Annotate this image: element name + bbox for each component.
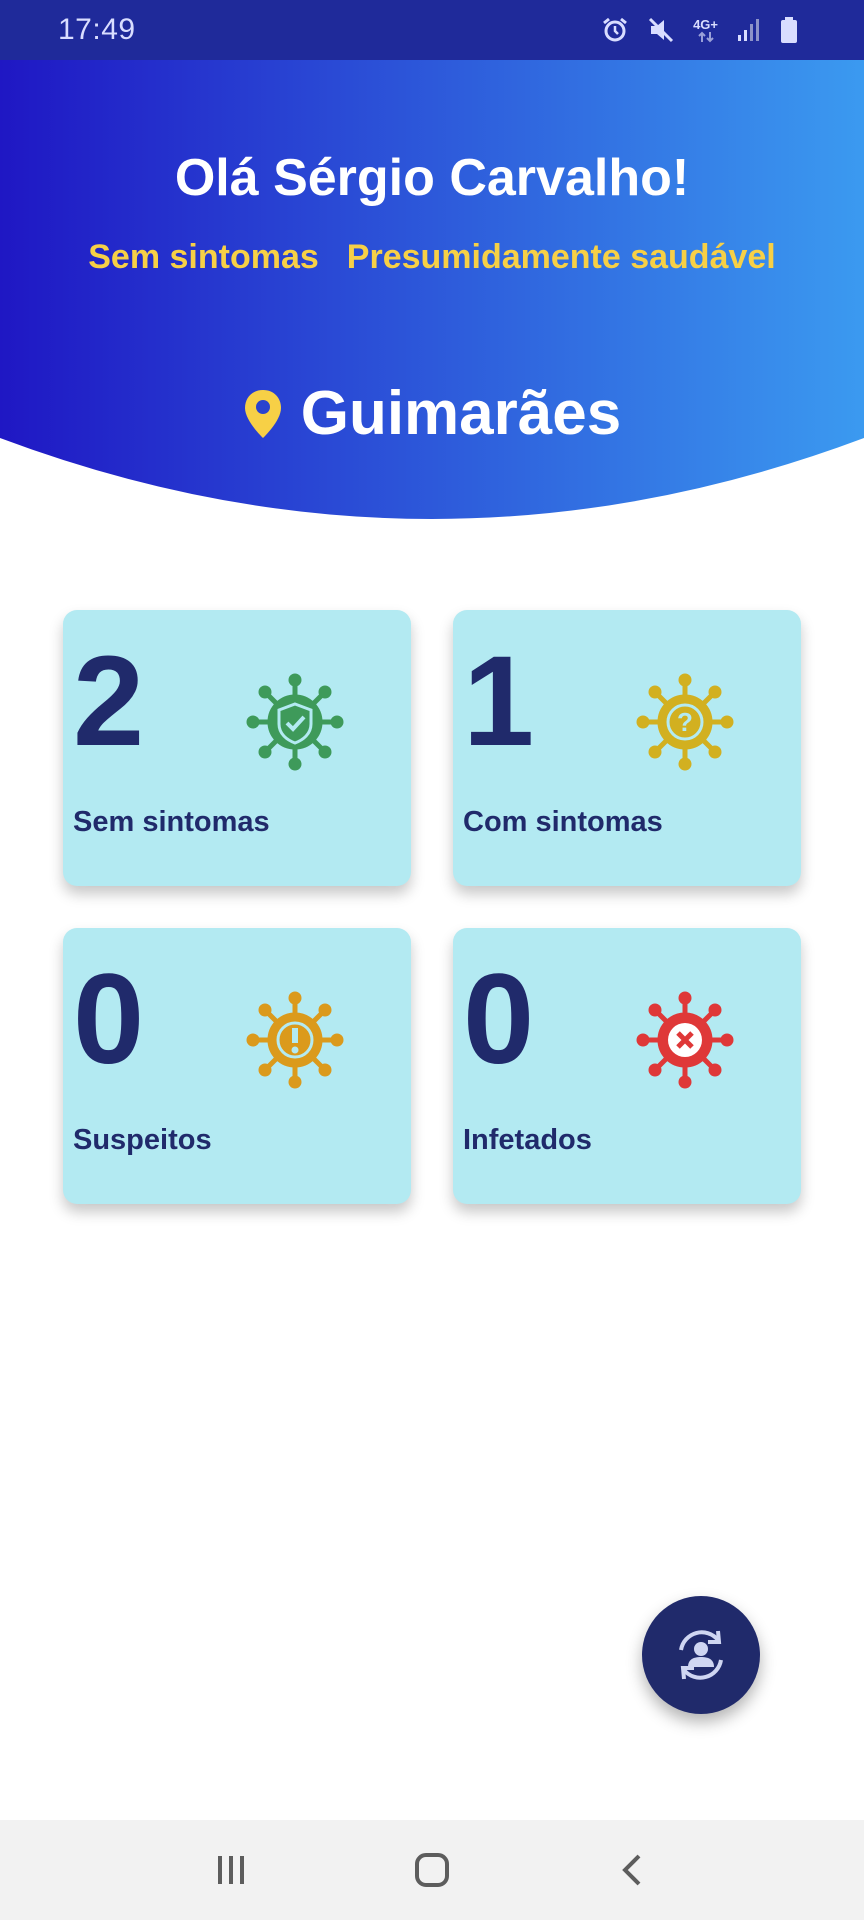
card-suspects[interactable]: 0 Suspeitos — [63, 928, 411, 1204]
network-label: 4G+ — [693, 16, 718, 32]
card-label: Suspeitos — [73, 1124, 212, 1156]
greeting-title: Olá Sérgio Carvalho! — [174, 149, 690, 207]
network-indicator: 4G+ — [693, 18, 718, 43]
location-row: Guimarães — [0, 378, 864, 449]
health-status: Presumidamente saudável — [346, 238, 776, 276]
location-name: Guimarães — [300, 379, 622, 448]
home-button[interactable] — [392, 1830, 472, 1910]
card-count: 1 — [463, 630, 535, 773]
symptom-status: Sem sintomas — [88, 238, 319, 276]
virus-exclamation-icon — [246, 991, 344, 1089]
status-bar: 17:49 4G+ — [0, 0, 864, 60]
header: Olá Sérgio Carvalho! Sem sintomas Presum… — [0, 0, 864, 540]
battery-icon — [781, 17, 797, 43]
sync-user-icon — [679, 1630, 723, 1680]
virus-x-icon — [636, 991, 734, 1089]
card-with-symptoms[interactable]: 1 ? Com sintomas — [453, 610, 801, 886]
mute-icon — [649, 17, 674, 43]
card-count: 0 — [73, 948, 145, 1091]
virus-question-icon: ? — [636, 673, 734, 771]
svg-text:?: ? — [677, 707, 693, 737]
location-pin-icon — [244, 389, 281, 438]
card-label: Sem sintomas — [73, 806, 270, 838]
app-screen: 17:49 4G+ Olá Sérgio Carvalho! Sem sinto… — [0, 0, 864, 1920]
card-count: 0 — [463, 948, 535, 1091]
card-infected[interactable]: 0 Infetados — [453, 928, 801, 1204]
status-time: 17:49 — [58, 13, 136, 46]
card-no-symptoms[interactable]: 2 Sem sintomas — [63, 610, 411, 886]
card-label: Com sintomas — [463, 806, 663, 838]
virus-shield-check-icon — [246, 673, 344, 771]
recent-apps-button[interactable] — [191, 1830, 271, 1910]
recent-apps-icon — [217, 1856, 244, 1884]
sync-user-button[interactable] — [642, 1596, 760, 1714]
signal-icon — [738, 19, 759, 41]
card-label: Infetados — [463, 1124, 592, 1156]
data-arrows-icon — [697, 31, 714, 42]
status-icons: 4G+ — [601, 16, 798, 44]
health-status-row: Sem sintomas Presumidamente saudável — [0, 238, 864, 277]
alarm-icon — [603, 17, 627, 42]
back-icon — [622, 1854, 641, 1886]
back-button[interactable] — [593, 1830, 673, 1910]
card-count: 2 — [73, 630, 145, 773]
home-icon — [414, 1853, 449, 1887]
system-nav-bar — [0, 1820, 864, 1920]
